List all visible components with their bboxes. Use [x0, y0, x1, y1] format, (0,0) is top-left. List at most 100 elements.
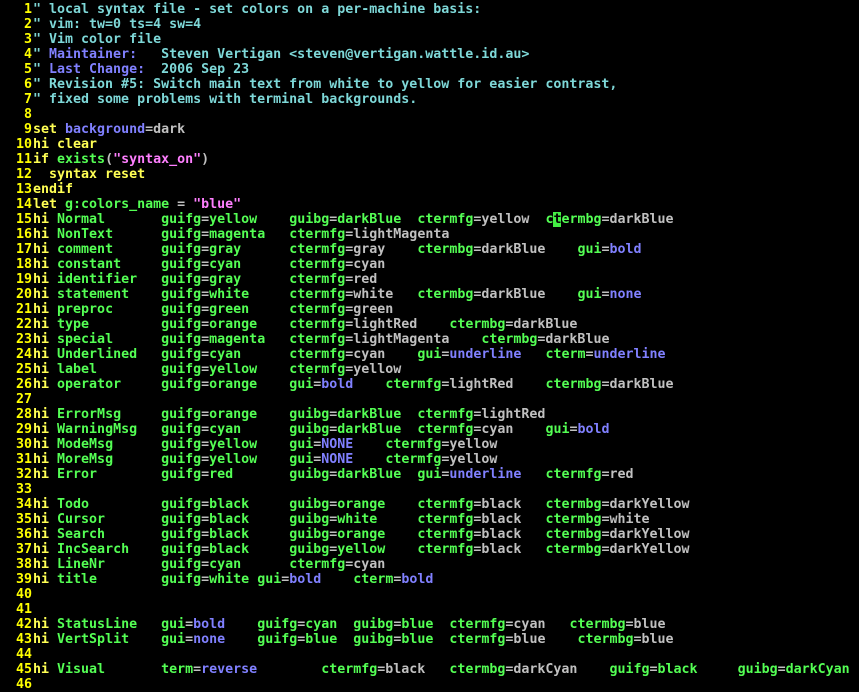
syntax-token-keyword: hi [33, 662, 58, 677]
code-line[interactable]: 15 hi Normal guifg=yellow guibg =darkBlue … [0, 212, 859, 227]
code-line[interactable]: 28 hi ErrorMsg guifg=orange guibg=darkBlu… [0, 407, 859, 422]
line-text[interactable]: hi NonText guifg=magenta ctermfg=lightMa… [33, 227, 449, 242]
line-text[interactable]: " fixed some problems with terminal back… [33, 92, 417, 107]
code-line[interactable]: 37 hi IncSearch guifg=black guibg=yellow … [0, 542, 859, 557]
code-line[interactable]: 22 hi type guifg=orange ctermfg=lightRed … [0, 317, 859, 332]
line-text[interactable]: hi title guifg=white gui=bold cterm=bold [33, 572, 433, 587]
line-number: 23 [15, 332, 32, 347]
syntax-token-value: =blue [625, 617, 666, 632]
code-line[interactable]: 21 hi preproc guifg=green ctermfg=green [0, 302, 859, 317]
line-text[interactable]: hi ModeMsg guifg =yellow gui = NONE ctermfg… [33, 437, 497, 452]
line-text[interactable]: hi MoreMsg guifg =yellow gui = NONE ctermfg… [33, 452, 497, 467]
line-number: 39 [15, 572, 32, 587]
line-text[interactable]: " Vim color file [33, 32, 161, 47]
syntax-token-value: =lightMagenta [345, 332, 482, 347]
line-text[interactable]: hi VertSplit gui=none guifg=blue guibg=b… [33, 632, 674, 647]
line-text[interactable]: hi ErrorMsg guifg=orange guibg=darkBlue … [33, 407, 545, 422]
syntax-token-keyword: hi [33, 617, 58, 632]
code-line[interactable]: 3 " Vim color file [0, 32, 859, 47]
syntax-token-type: ctermbg [449, 662, 506, 677]
code-line[interactable]: 43 hi VertSplit gui=none guifg=blue guibg… [0, 632, 859, 647]
line-text[interactable]: " local syntax file - set colors on a pe… [33, 2, 481, 17]
line-text[interactable]: hi operator guifg=orange gui=bold ctermf… [33, 377, 674, 392]
line-text[interactable]: " Maintainer: Steven Vertigan <steven@ve… [33, 47, 529, 62]
code-line[interactable]: 27 [0, 392, 859, 407]
code-line[interactable]: 40 [0, 587, 859, 602]
line-text[interactable]: if exists("syntax_on") [33, 152, 209, 167]
syntax-token-type: ctermfg [385, 377, 442, 392]
line-text[interactable]: hi Search guifg=black guibg=orange cterm… [33, 527, 690, 542]
code-line[interactable]: 12 syntax reset [0, 167, 859, 182]
line-text[interactable]: hi label guifg=yellow ctermfg=yellow [33, 362, 401, 377]
code-line[interactable]: 29 hi WarningMsg guifg=cyan guibg=darkBlu… [0, 422, 859, 437]
code-line[interactable]: 32 hi Error guifg=red guibg=darkBlue gui=… [0, 467, 859, 482]
line-text[interactable]: let g:colors_name = "blue" [33, 197, 241, 212]
code-line[interactable]: 44 [0, 647, 859, 662]
line-text[interactable]: set background=dark [33, 122, 185, 137]
code-line[interactable]: 33 [0, 482, 859, 497]
code-line[interactable]: 25 hi label guifg=yellow ctermfg=yellow [0, 362, 859, 377]
code-line[interactable]: 1 " local syntax file - set colors on a p… [0, 2, 859, 17]
vim-editor[interactable]: 1 " local syntax file - set colors on a p… [0, 2, 859, 692]
line-text[interactable]: hi Normal guifg=yellow guibg =darkBlue ct… [33, 212, 674, 227]
line-text[interactable]: hi LineNr guifg=cyan ctermfg=cyan [33, 557, 385, 572]
code-line[interactable]: 39 hi title guifg=white gui=bold cterm=bo… [0, 572, 859, 587]
code-line[interactable]: 30 hi ModeMsg guifg =yellow gui = NONE cterm… [0, 437, 859, 452]
code-line[interactable]: 9 set background=dark [0, 122, 859, 137]
syntax-token-keyword: hi [33, 287, 58, 302]
line-text[interactable]: hi IncSearch guifg=black guibg=yellow ct… [33, 542, 690, 557]
line-text[interactable]: hi type guifg=orange ctermfg=lightRed ct… [33, 317, 577, 332]
line-text[interactable]: " Last Change: 2006 Sep 23 [33, 62, 249, 77]
line-text[interactable]: hi constant guifg=cyan ctermfg=cyan [33, 257, 385, 272]
line-text[interactable]: hi Cursor guifg=black guibg =white ctermf… [33, 512, 650, 527]
line-text[interactable]: hi Todo guifg=black guibg=orange ctermfg… [33, 497, 690, 512]
line-number: 1 [23, 2, 32, 17]
line-text[interactable]: endif [33, 182, 73, 197]
line-text[interactable]: syntax reset [33, 167, 145, 182]
line-text[interactable]: " vim: tw=0 ts=4 sw=4 [33, 17, 201, 32]
code-line[interactable]: 11 if exists("syntax_on") [0, 152, 859, 167]
line-text[interactable]: hi WarningMsg guifg=cyan guibg=darkBlue … [33, 422, 610, 437]
code-line[interactable]: 34 hi Todo guifg=black guibg=orange cterm… [0, 497, 859, 512]
line-text[interactable]: hi Visual term=reverse ctermfg=black cte… [33, 662, 850, 677]
code-line[interactable]: 8 [0, 107, 859, 122]
syntax-token-type: type guifg [57, 317, 202, 332]
line-text[interactable]: hi comment guifg=gray ctermfg=gray cterm… [33, 242, 642, 257]
line-text[interactable]: hi special guifg=magenta ctermfg=lightMa… [33, 332, 609, 347]
line-text[interactable]: hi Underlined guifg=cyan ctermfg=cyan gu… [33, 347, 666, 362]
code-line[interactable]: 35 hi Cursor guifg=black guibg =white cter… [0, 512, 859, 527]
code-line[interactable]: 20 hi statement guifg=white ctermfg=white… [0, 287, 859, 302]
code-line[interactable]: 46 [0, 677, 859, 692]
line-text[interactable]: hi identifier guifg=gray ctermfg=red [33, 272, 377, 287]
code-line[interactable]: 41 [0, 602, 859, 617]
code-line[interactable]: 17 hi comment guifg=gray ctermfg=gray cte… [0, 242, 859, 257]
code-line[interactable]: 18 hi constant guifg=cyan ctermfg=cyan [0, 257, 859, 272]
code-line[interactable]: 6 " Revision #5: Switch main text from wh… [0, 77, 859, 92]
line-text[interactable]: hi Error guifg=red guibg=darkBlue gui=un… [33, 467, 634, 482]
code-line[interactable]: 45 hi Visual term=reverse ctermfg=black c… [0, 662, 859, 677]
syntax-token-type: yellow [209, 437, 290, 452]
code-line[interactable]: 4 " Maintainer: Steven Vertigan <steven@v… [0, 47, 859, 62]
code-line[interactable]: 38 hi LineNr guifg=cyan ctermfg=cyan [0, 557, 859, 572]
code-line[interactable]: 23 hi special guifg=magenta ctermfg=light… [0, 332, 859, 347]
code-line[interactable]: 16 hi NonText guifg=magenta ctermfg=light… [0, 227, 859, 242]
line-text[interactable]: hi preproc guifg=green ctermfg=green [33, 302, 393, 317]
code-line[interactable]: 5 " Last Change: 2006 Sep 23 [0, 62, 859, 77]
code-line[interactable]: 26 hi operator guifg=orange gui=bold cter… [0, 377, 859, 392]
syntax-token-value: ) [201, 152, 210, 167]
line-text[interactable]: hi statement guifg=white ctermfg=white c… [33, 287, 642, 302]
line-text[interactable]: hi StatusLine gui=bold guifg=cyan guibg=… [33, 617, 666, 632]
code-line[interactable]: 24 hi Underlined guifg=cyan ctermfg=cyan … [0, 347, 859, 362]
syntax-token-value: =cyan [345, 257, 386, 272]
code-line[interactable]: 42 hi StatusLine gui=bold guifg=cyan guib… [0, 617, 859, 632]
line-text[interactable]: hi clear [33, 137, 97, 152]
code-line[interactable]: 7 " fixed some problems with terminal bac… [0, 92, 859, 107]
code-line[interactable]: 2 " vim: tw=0 ts=4 sw=4 [0, 17, 859, 32]
code-line[interactable]: 31 hi MoreMsg guifg =yellow gui = NONE cterm… [0, 452, 859, 467]
code-line[interactable]: 13 endif [0, 182, 859, 197]
code-line[interactable]: 36 hi Search guifg=black guibg=orange cte… [0, 527, 859, 542]
code-line[interactable]: 19 hi identifier guifg=gray ctermfg=red [0, 272, 859, 287]
code-line[interactable]: 14 let g:colors_name = "blue" [0, 197, 859, 212]
line-text[interactable]: " Revision #5: Switch main text from whi… [33, 77, 617, 92]
code-line[interactable]: 10 hi clear [0, 137, 859, 152]
